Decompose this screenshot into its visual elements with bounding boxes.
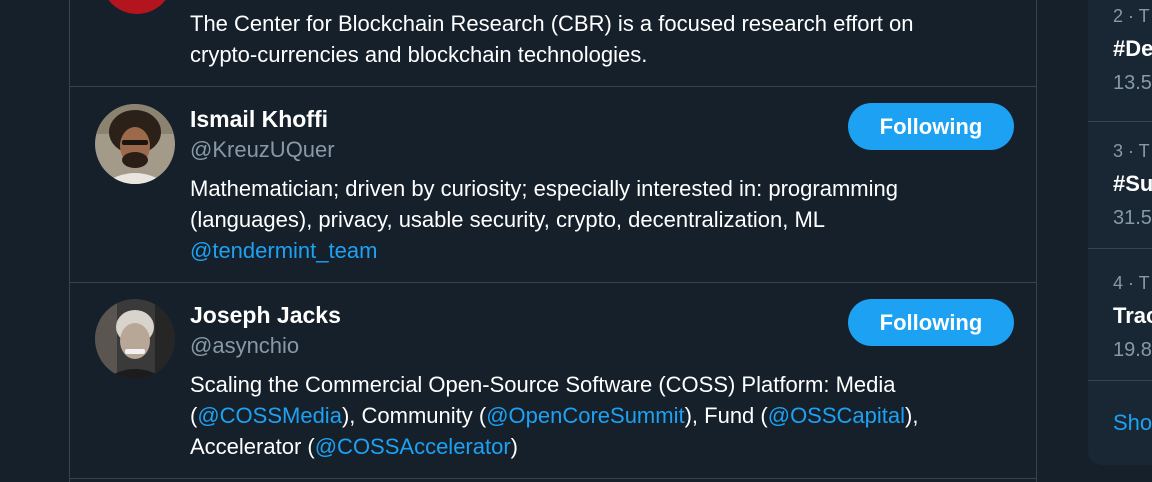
trend-tweet-count: 19.8 xyxy=(1113,339,1152,361)
bio-text: Mathematician; driven by curiosity; espe… xyxy=(190,176,898,201)
user-bio: The Center for Blockchain Research (CBR)… xyxy=(190,8,913,70)
bio-text: (languages), privacy, usable security, c… xyxy=(190,207,826,232)
trend-tweet-count: 13.5 xyxy=(1113,72,1152,94)
user-card-ismail-khoffi[interactable]: Ismail Khoffi @KreuzUQuer Following Math… xyxy=(70,87,1036,283)
follow-list: The Center for Blockchain Research (CBR)… xyxy=(69,0,1037,482)
user-card-joseph-jacks[interactable]: Joseph Jacks @asynchio Following Scaling… xyxy=(70,283,1036,479)
bio-line: crypto-currencies and blockchain technol… xyxy=(190,39,913,70)
bio-line: @tendermint_team xyxy=(190,235,898,266)
trend-tweet-count: 31.5 xyxy=(1113,207,1152,229)
user-handle[interactable]: @asynchio xyxy=(190,332,299,360)
bio-text: ) xyxy=(510,434,518,459)
trend-item[interactable]: 4 · T Trac 19.8 xyxy=(1088,249,1152,381)
trend-rank: 2 · T xyxy=(1113,6,1150,26)
user-bio: Mathematician; driven by curiosity; espe… xyxy=(190,173,898,266)
bio-line: Scaling the Commercial Open-Source Softw… xyxy=(190,369,918,400)
bio-line: (@COSSMedia), Community (@OpenCoreSummit… xyxy=(190,400,918,431)
bio-text: Scaling the Commercial Open-Source Softw… xyxy=(190,372,896,397)
trend-name: Trac xyxy=(1113,303,1152,328)
trend-item[interactable]: 3 · T #Su 31.5 xyxy=(1088,117,1152,249)
trend-name: #Su xyxy=(1113,171,1152,196)
user-handle[interactable]: @KreuzUQuer xyxy=(190,136,335,164)
mention-link-cossmedia[interactable]: @COSSMedia xyxy=(197,403,342,428)
avatar[interactable] xyxy=(95,299,175,379)
mention-link-tendermint-team[interactable]: @tendermint_team xyxy=(190,238,377,263)
trend-name: #De xyxy=(1113,36,1152,61)
following-button[interactable]: Following xyxy=(848,103,1014,150)
bio-text: crypto-currencies and blockchain technol… xyxy=(190,42,648,67)
bio-text: The Center for Blockchain Research (CBR)… xyxy=(190,11,914,36)
show-more-link[interactable]: Sho xyxy=(1113,410,1152,436)
user-bio: Scaling the Commercial Open-Source Softw… xyxy=(190,369,918,462)
trend-rank: 4 · T xyxy=(1113,273,1150,293)
trends-panel: 2 · T #De 13.5 3 · T #Su 31.5 4 · T Trac… xyxy=(1088,0,1152,465)
bio-text: ), Community ( xyxy=(341,403,487,428)
bio-line: Mathematician; driven by curiosity; espe… xyxy=(190,173,898,204)
user-name[interactable]: Ismail Khoffi xyxy=(190,105,328,133)
bio-text: ), xyxy=(905,403,919,428)
bio-line: (languages), privacy, usable security, c… xyxy=(190,204,898,235)
avatar[interactable] xyxy=(95,104,175,184)
avatar[interactable] xyxy=(101,0,173,14)
bio-text: Accelerator ( xyxy=(190,434,315,459)
user-name[interactable]: Joseph Jacks xyxy=(190,301,341,329)
mention-link-osscapital[interactable]: @OSSCapital xyxy=(768,403,905,428)
following-button[interactable]: Following xyxy=(848,299,1014,346)
bio-text: ), Fund ( xyxy=(684,403,768,428)
user-card-cbr[interactable]: The Center for Blockchain Research (CBR)… xyxy=(70,0,1036,87)
trend-rank: 3 · T xyxy=(1113,141,1150,161)
bio-line: The Center for Blockchain Research (CBR)… xyxy=(190,8,913,39)
bio-line: Accelerator (@COSSAccelerator) xyxy=(190,431,918,462)
trend-item[interactable]: 2 · T #De 13.5 xyxy=(1088,0,1152,122)
mention-link-opencoresummit[interactable]: @OpenCoreSummit xyxy=(486,403,684,428)
mention-link-cossaccelerator[interactable]: @COSSAccelerator xyxy=(315,434,511,459)
